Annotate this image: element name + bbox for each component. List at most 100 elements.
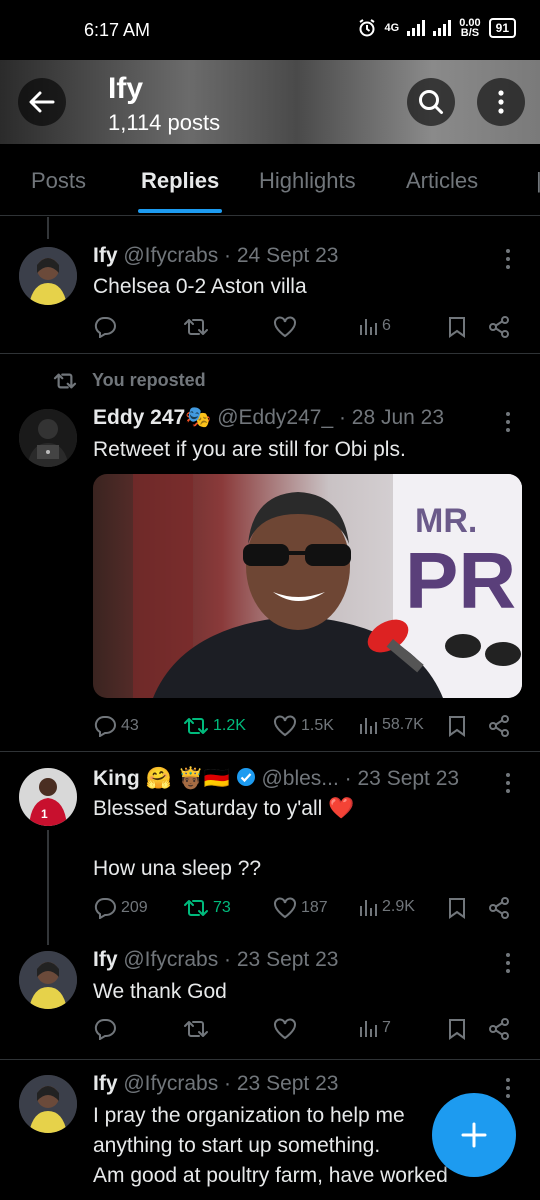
heart-icon (274, 715, 296, 737)
repost-button[interactable]: 1.2K (183, 715, 246, 737)
share-button[interactable] (488, 897, 510, 919)
author-name[interactable]: Ify (93, 1072, 118, 1095)
repost-button[interactable] (183, 1018, 209, 1040)
back-button[interactable] (18, 78, 66, 126)
author-handle[interactable]: @Ifycrabs (123, 244, 218, 267)
bookmark-button[interactable] (448, 1018, 466, 1040)
post-date: · 23 Sept 23 (344, 767, 460, 790)
like-button[interactable] (273, 316, 297, 338)
author-handle[interactable]: @Ifycrabs (123, 1072, 218, 1095)
post-item[interactable]: Ify @Ifycrabs · 23 Sept 23 We thank God … (0, 945, 540, 1060)
author-name[interactable]: Ify (93, 244, 118, 267)
signal-icon (407, 20, 426, 36)
views-icon (360, 319, 377, 335)
compose-button[interactable] (432, 1093, 516, 1177)
post-item[interactable]: 1 King 🤗 🤴🏾🇩🇪 @bles... · 23 Sept 23 Bles… (0, 753, 540, 945)
repost-button[interactable]: 73 (183, 897, 231, 919)
avatar[interactable] (19, 951, 77, 1009)
author-name[interactable]: Ify (93, 948, 118, 971)
verified-badge-icon (236, 768, 255, 786)
author-name[interactable]: King 🤗 🤴🏾🇩🇪 (93, 767, 230, 790)
repost-label: You reposted (92, 370, 206, 390)
repost-button[interactable] (183, 316, 209, 338)
views-count: 7 (382, 1019, 391, 1036)
views-count: 58.7K (382, 716, 424, 733)
bookmark-icon (449, 716, 465, 737)
arrow-left-icon (29, 91, 55, 113)
post-more-button[interactable] (498, 410, 518, 434)
avatar[interactable] (19, 409, 77, 467)
bookmark-icon (449, 898, 465, 919)
more-options-button[interactable] (477, 78, 525, 126)
post-more-button[interactable] (498, 951, 518, 975)
reply-button[interactable]: 43 (93, 715, 139, 737)
like-button[interactable] (273, 1018, 297, 1040)
post-item[interactable]: Ify @Ifycrabs · 24 Sept 23 Chelsea 0-2 A… (0, 217, 540, 354)
more-vertical-icon (498, 90, 504, 114)
post-author-line: King 🤗 🤴🏾🇩🇪 @bles... · 23 Sept 23 (93, 767, 459, 791)
post-text: I pray the organization to help me anyth… (93, 1104, 448, 1187)
network-type: 4G (384, 22, 400, 34)
post-author-line: Ify @Ifycrabs · 23 Sept 23 (93, 948, 338, 972)
avatar[interactable] (19, 247, 77, 305)
share-icon (489, 316, 509, 338)
tab-posts[interactable]: Posts (31, 168, 86, 194)
reply-icon (94, 715, 116, 737)
author-handle[interactable]: @Ifycrabs (123, 948, 218, 971)
status-bar: 6:17 AM 4G 0.00 B/S 91 (0, 0, 540, 60)
battery-indicator: 91 (488, 18, 516, 38)
author-handle[interactable]: @Eddy247_ (217, 406, 333, 429)
avatar[interactable] (19, 1075, 77, 1133)
bookmark-button[interactable] (448, 715, 466, 737)
alarm-icon (358, 19, 375, 37)
heart-icon (274, 897, 296, 919)
share-button[interactable] (488, 1018, 510, 1040)
post-text: Retweet if you are still for Obi pls. (93, 438, 406, 461)
tab-highlights[interactable]: Highlights (259, 168, 356, 194)
repost-icon (184, 319, 208, 335)
bookmark-button[interactable] (448, 316, 466, 338)
share-button[interactable] (488, 715, 510, 737)
search-button[interactable] (407, 78, 455, 126)
search-icon (419, 90, 443, 114)
views-icon (360, 718, 377, 734)
tab-articles[interactable]: Articles (406, 168, 478, 194)
reply-icon (94, 897, 116, 919)
reply-button[interactable] (93, 316, 117, 338)
share-button[interactable] (488, 316, 510, 338)
reply-button[interactable] (93, 1018, 117, 1040)
views-button[interactable]: 6 (358, 316, 391, 336)
tab-overflow[interactable]: | (536, 168, 540, 194)
author-name[interactable]: Eddy 247🎭 (93, 406, 211, 429)
repost-count: 73 (213, 899, 231, 916)
profile-tabs: Posts Replies Highlights Articles | (0, 144, 540, 216)
post-date: · 28 Jun 23 (338, 406, 445, 429)
status-icons: 4G 0.00 B/S 91 (357, 18, 516, 39)
views-button[interactable]: 7 (358, 1018, 391, 1038)
post-text: Chelsea 0-2 Aston villa (93, 275, 307, 298)
views-button[interactable]: 58.7K (358, 715, 424, 735)
post-count: 1,114 posts (108, 110, 221, 135)
reply-button[interactable]: 209 (93, 897, 148, 919)
tab-replies[interactable]: Replies (141, 168, 219, 194)
post-image[interactable]: MR. PR (93, 474, 522, 698)
status-time: 6:17 AM (84, 20, 151, 40)
post-text: Blessed Saturday to y'all ❤️ How una sle… (93, 797, 355, 880)
like-button[interactable]: 187 (273, 897, 328, 919)
bookmark-button[interactable] (448, 897, 466, 919)
bookmark-icon (449, 317, 465, 338)
post-item[interactable]: You reposted Eddy 247🎭 @Eddy247_ · 28 Ju… (0, 355, 540, 752)
author-handle[interactable]: @bles... (261, 767, 338, 790)
like-count: 187 (301, 899, 328, 916)
active-tab-indicator (138, 209, 222, 213)
views-icon (360, 900, 377, 916)
net-speed-unit: B/S (460, 27, 480, 39)
avatar[interactable]: 1 (19, 768, 77, 826)
post-more-button[interactable] (498, 771, 518, 795)
views-button[interactable]: 2.9K (358, 897, 415, 917)
post-more-button[interactable] (498, 247, 518, 271)
post-more-button[interactable] (498, 1076, 518, 1100)
like-button[interactable]: 1.5K (273, 715, 334, 737)
thread-line (47, 217, 49, 239)
post-actions: 43 1.2K 1.5K 58.7K (93, 715, 523, 741)
